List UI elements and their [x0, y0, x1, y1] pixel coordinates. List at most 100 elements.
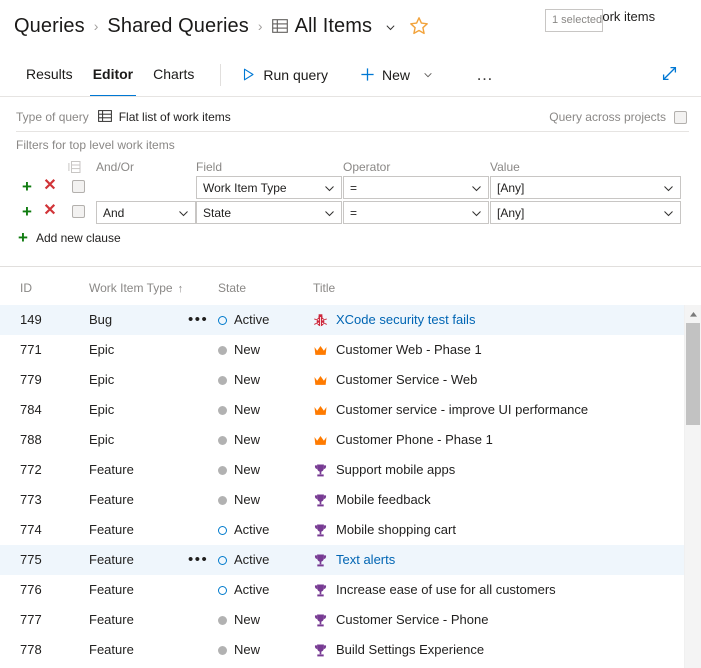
breadcrumb-root[interactable]: Queries — [14, 15, 85, 38]
trophy-icon — [313, 523, 328, 538]
add-clause-icon[interactable]: + — [18, 177, 36, 195]
results-vertical-scrollbar[interactable] — [684, 305, 701, 668]
state-indicator-icon — [218, 645, 227, 655]
chevron-down-icon[interactable] — [385, 22, 396, 33]
clause-field-select[interactable]: State — [196, 201, 342, 224]
cell-title: Customer Service - Phone — [313, 605, 488, 635]
clause-operator-value: = — [350, 205, 358, 220]
column-header-id[interactable]: ID — [20, 281, 32, 295]
clause-operator-select[interactable]: = — [343, 176, 489, 199]
filters-section-label: Filters for top level work items — [16, 138, 175, 152]
cell-work-item-type: Feature — [89, 582, 134, 597]
tab-results[interactable]: Results — [16, 52, 83, 97]
favorite-star-icon[interactable] — [409, 16, 429, 36]
cell-work-item-type: Epic — [89, 342, 115, 357]
toolbar: Results Editor Charts Run query New … — [0, 52, 701, 97]
new-button[interactable]: New — [354, 63, 440, 87]
cell-title-label[interactable]: Customer Service - Phone — [336, 605, 488, 635]
table-row[interactable]: 779 Epic New Customer Service - Web — [0, 365, 684, 395]
query-type-value[interactable]: Flat list of work items — [97, 109, 231, 125]
table-row[interactable]: 772 Feature New Support mobile apps — [0, 455, 684, 485]
scroll-up-arrow-icon[interactable] — [685, 308, 701, 320]
table-row[interactable]: 774 Feature Active Mobile shopping cart — [0, 515, 684, 545]
cell-work-item-type: Epic — [89, 372, 115, 387]
add-new-clause-button[interactable]: + Add new clause — [18, 229, 121, 246]
clause-value-select[interactable]: [Any] — [490, 176, 681, 199]
cell-title: Customer Web - Phase 1 — [313, 335, 482, 365]
cell-work-item-type: Feature — [89, 462, 134, 477]
remove-clause-icon[interactable]: ✕ — [41, 177, 59, 195]
column-header-work-item-type[interactable]: Work Item Type ↑ — [89, 281, 183, 295]
cell-state: New — [218, 335, 260, 365]
cell-state-label: New — [234, 492, 261, 507]
sort-ascending-icon: ↑ — [177, 283, 184, 295]
column-header-state[interactable]: State — [218, 281, 246, 295]
cell-title-label[interactable]: Mobile shopping cart — [336, 515, 456, 545]
tab-charts[interactable]: Charts — [143, 52, 204, 97]
table-row[interactable]: 773 Feature New Mobile feedback — [0, 485, 684, 515]
chevron-down-icon — [178, 208, 189, 219]
cell-id: 774 — [20, 522, 42, 537]
table-row[interactable]: 784 Epic New Customer service - improve UI … — [0, 395, 684, 425]
cell-title-label[interactable]: Text alerts — [336, 545, 395, 575]
add-new-clause-label: Add new clause — [35, 230, 121, 245]
table-row[interactable]: 149 Bug ••• Active XCode security test fails — [0, 305, 684, 335]
column-header-title[interactable]: Title — [313, 281, 335, 295]
table-row[interactable]: 771 Epic New Customer Web - Phase 1 — [0, 335, 684, 365]
trophy-icon — [313, 613, 328, 628]
chevron-down-icon[interactable] — [423, 70, 434, 81]
clause-andor-select[interactable]: And — [96, 201, 196, 224]
cell-title-label[interactable]: Customer service - improve UI performanc… — [336, 395, 588, 425]
breadcrumb-current[interactable]: All Items — [271, 14, 397, 38]
cell-state-label: Active — [234, 552, 270, 567]
query-across-projects[interactable]: Query across projects — [549, 106, 687, 128]
cell-title-label[interactable]: Customer Phone - Phase 1 — [336, 425, 493, 455]
cell-title-label[interactable]: Build Settings Experience — [336, 635, 484, 665]
run-query-button[interactable]: Run query — [235, 63, 334, 87]
cell-title: Build Settings Experience — [313, 635, 484, 665]
cell-title-label[interactable]: XCode security test fails — [336, 305, 475, 335]
clause-operator-select[interactable]: = — [343, 201, 489, 224]
breadcrumb-parent[interactable]: Shared Queries — [107, 15, 248, 38]
state-indicator-icon — [218, 465, 227, 475]
cell-state: New — [218, 425, 260, 455]
clause-select-checkbox[interactable] — [72, 205, 85, 218]
trophy-icon — [313, 643, 328, 658]
cell-id: 776 — [20, 582, 42, 597]
more-commands-button[interactable]: … — [466, 66, 506, 83]
table-row[interactable]: 788 Epic New Customer Phone - Phase 1 — [0, 425, 684, 455]
cell-title-label[interactable]: Mobile feedback — [336, 485, 431, 515]
cell-state: New — [218, 455, 260, 485]
cell-title-label[interactable]: Customer Service - Web — [336, 365, 477, 395]
cell-state: Active — [218, 515, 269, 545]
scrollbar-thumb[interactable] — [686, 323, 700, 425]
table-row[interactable]: 775 Feature ••• Active Text alerts — [0, 545, 684, 575]
remove-clause-icon[interactable]: ✕ — [41, 202, 59, 220]
expand-diagonal-icon[interactable] — [660, 64, 679, 83]
table-row[interactable]: 778 Feature New Build Settings Experience — [0, 635, 684, 665]
toolbar-bottom-border — [0, 96, 701, 97]
filter-clause-row: + ✕ And State = [Any] — [0, 201, 701, 226]
table-row[interactable]: 776 Feature Active Increase ease of use for… — [0, 575, 684, 605]
add-clause-icon[interactable]: + — [18, 202, 36, 220]
bug-icon — [313, 313, 328, 328]
cell-id: 149 — [20, 312, 42, 327]
state-indicator-icon — [218, 555, 227, 565]
cell-title-label[interactable]: Customer Web - Phase 1 — [336, 335, 482, 365]
table-row[interactable]: 777 Feature New Customer Service - Phone — [0, 605, 684, 635]
clause-value-value: [Any] — [497, 180, 525, 195]
clause-value-select[interactable]: [Any] — [490, 201, 681, 224]
clause-select-checkbox[interactable] — [72, 180, 85, 193]
cell-title-label[interactable]: Increase ease of use for all customers — [336, 575, 556, 605]
breadcrumb-current-label: All Items — [294, 14, 373, 37]
query-across-projects-checkbox[interactable] — [674, 110, 687, 124]
row-context-menu-button[interactable]: ••• — [188, 545, 208, 575]
results-grid-header: ID Work Item Type ↑ State Title — [0, 281, 701, 305]
cell-work-item-type: Feature — [89, 522, 134, 537]
cell-id: 771 — [20, 342, 42, 357]
cell-title-label[interactable]: Support mobile apps — [336, 455, 455, 485]
clause-field-select[interactable]: Work Item Type — [196, 176, 342, 199]
row-context-menu-button[interactable]: ••• — [188, 305, 208, 335]
tab-editor[interactable]: Editor — [83, 52, 143, 97]
cell-title: Support mobile apps — [313, 455, 455, 485]
